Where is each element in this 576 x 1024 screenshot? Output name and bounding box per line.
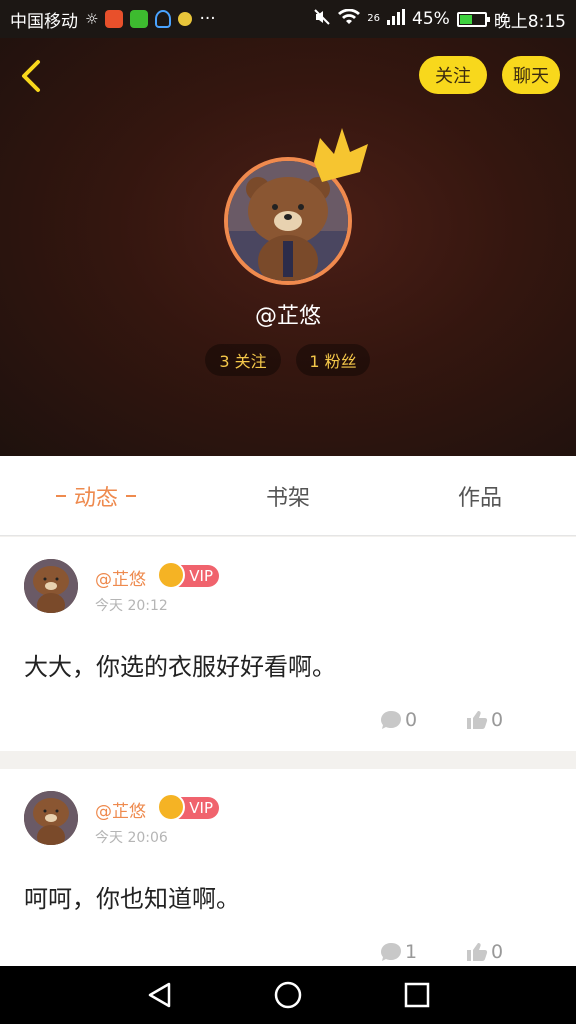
post-author-avatar[interactable]	[24, 791, 78, 845]
system-nav-bar	[0, 966, 576, 1024]
bulb-icon	[178, 12, 193, 26]
status-bar: 中国移动 ☼ ··· 26 45% 晚上8:15	[0, 0, 576, 38]
comment-count: 0	[405, 709, 418, 731]
like-count: 0	[491, 709, 504, 731]
like-button[interactable]: 0	[466, 709, 503, 731]
vip-crown-icon	[157, 561, 185, 589]
tab-works[interactable]: 作品	[384, 456, 576, 535]
post-text: 大大，你选的衣服好好看啊。	[24, 653, 336, 681]
tab-activity-label: 动态	[73, 485, 118, 511]
more-notifications-icon: ···	[199, 9, 216, 29]
vip-crown-icon	[157, 793, 185, 821]
post-timestamp: 今天 20:06	[95, 830, 168, 846]
profile-tabs: 动态 书架 作品	[0, 456, 576, 536]
comment-button[interactable]: 0	[380, 709, 417, 731]
fans-count[interactable]: 1 粉丝	[296, 344, 370, 376]
tab-indicator-left	[55, 494, 66, 497]
comment-icon	[381, 711, 401, 729]
post-author-avatar[interactable]	[24, 559, 78, 613]
crown-icon	[314, 128, 368, 182]
tab-activity[interactable]: 动态	[0, 456, 192, 535]
clock: 晚上8:15	[493, 11, 566, 32]
tab-bookshelf[interactable]: 书架	[192, 456, 384, 535]
nav-recent-icon	[404, 982, 430, 1008]
bear-avatar-image	[24, 791, 78, 845]
iqiyi-icon	[130, 10, 149, 28]
tab-works-label: 作品	[457, 485, 502, 511]
follow-button[interactable]: 关注	[419, 56, 487, 94]
vip-badge: VIP	[157, 793, 219, 821]
feed-post: @芷悠 VIP 今天 20:06 呵呵，你也知道啊。 1 0	[0, 769, 576, 966]
feed-post: @芷悠 VIP 今天 20:12 大大，你选的衣服好好看啊。 0 0	[0, 537, 576, 751]
post-author-name[interactable]: @芷悠	[95, 797, 146, 822]
comment-icon	[381, 943, 401, 961]
nav-back-icon	[148, 982, 171, 1008]
profile-username: @芷悠	[254, 304, 321, 329]
nav-home-button[interactable]	[273, 980, 303, 1010]
nav-home-icon	[274, 981, 302, 1009]
post-text: 呵呵，你也知道啊。	[24, 885, 240, 913]
like-count: 0	[491, 941, 504, 963]
thumbs-up-icon	[467, 943, 488, 961]
like-button[interactable]: 0	[466, 941, 503, 963]
bear-avatar-image	[24, 559, 78, 613]
profile-header: 关注 聊天 @芷悠 3 关注 1 粉丝	[0, 38, 576, 456]
back-arrow-icon	[22, 60, 40, 92]
vip-badge: VIP	[157, 561, 219, 589]
chat-button[interactable]: 聊天	[502, 56, 560, 94]
sun-icon: ☼	[85, 10, 99, 28]
comment-button[interactable]: 1	[380, 941, 417, 963]
thumbs-up-icon	[467, 711, 488, 729]
battery-icon	[456, 11, 490, 27]
mute-icon	[313, 8, 331, 31]
nav-recent-button[interactable]	[402, 980, 432, 1010]
signal-icon	[387, 8, 406, 30]
battery-percent: 45%	[412, 9, 450, 29]
tab-indicator-right	[126, 494, 136, 497]
back-button[interactable]	[14, 54, 50, 98]
post-timestamp: 今天 20:12	[95, 598, 168, 614]
wifi-icon	[338, 8, 361, 30]
vpn-icon	[155, 10, 172, 28]
tab-bookshelf-label: 书架	[265, 485, 310, 511]
weibo-icon	[105, 10, 124, 28]
carrier-label: 中国移动	[10, 11, 78, 32]
comment-count: 1	[405, 941, 418, 963]
post-author-name[interactable]: @芷悠	[95, 565, 146, 590]
nav-back-button[interactable]	[145, 980, 175, 1010]
network-type-label: 26	[367, 12, 381, 24]
following-count[interactable]: 3 关注	[205, 344, 281, 376]
